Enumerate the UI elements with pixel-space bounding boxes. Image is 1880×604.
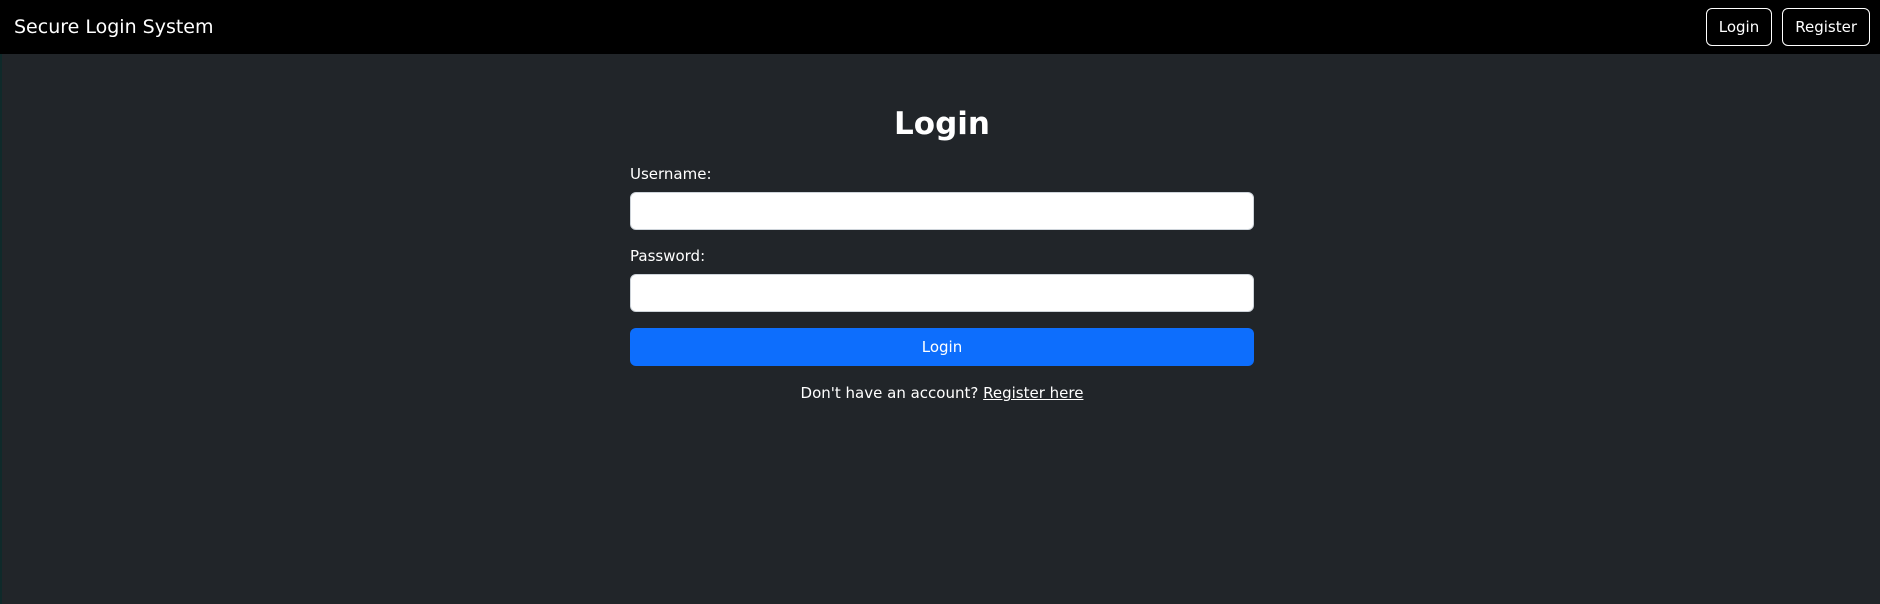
window-left-edge (0, 0, 2, 604)
username-input[interactable] (630, 192, 1254, 230)
navbar: Secure Login System Login Register (0, 0, 1880, 54)
register-prompt-text: Don't have an account? (800, 384, 979, 402)
login-form-container: Login Username: Password: Login Don't ha… (630, 96, 1254, 402)
login-submit-button[interactable]: Login (630, 328, 1254, 366)
register-prompt-line: Don't have an account? Register here (630, 384, 1254, 402)
username-label: Username: (630, 165, 712, 183)
password-input[interactable] (630, 274, 1254, 312)
nav-register-button[interactable]: Register (1782, 8, 1870, 46)
brand-title[interactable]: Secure Login System (14, 0, 214, 54)
register-here-link[interactable]: Register here (983, 384, 1083, 402)
nav-login-button[interactable]: Login (1705, 8, 1773, 46)
page-title: Login (894, 106, 990, 142)
nav-actions: Login Register (1705, 8, 1870, 46)
password-label: Password: (630, 247, 706, 265)
